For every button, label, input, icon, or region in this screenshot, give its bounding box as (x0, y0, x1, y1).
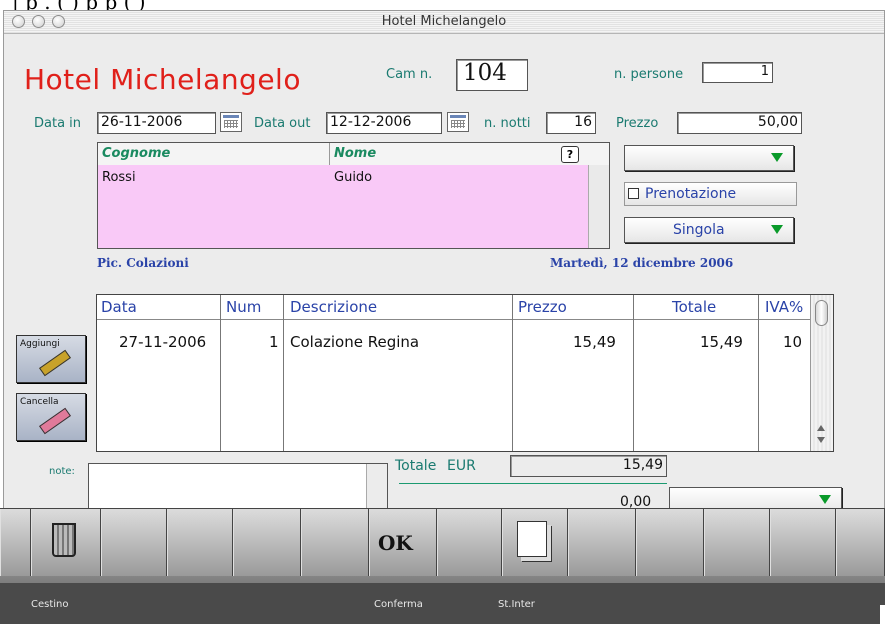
window-edge (880, 605, 885, 624)
date-in-label: Data in (34, 116, 82, 131)
date-out-calendar-icon[interactable] (447, 112, 469, 132)
reservation-label: Prenotazione (645, 186, 737, 202)
top-right-select[interactable] (624, 145, 794, 171)
guest-list[interactable]: Cognome Nome ? Rossi Guido (97, 142, 610, 249)
bottom-toolbar: OK (0, 508, 885, 584)
guest-surname-cell[interactable]: Rossi (102, 170, 136, 185)
col-divider (512, 295, 513, 451)
date-in-calendar-icon[interactable] (220, 112, 242, 132)
confirm-button[interactable]: OK (369, 509, 437, 576)
room-label: Cam n. (386, 67, 433, 82)
price-field[interactable]: 50,00 (677, 112, 802, 134)
room-type-select[interactable]: Singola (624, 217, 794, 243)
row-total-cell[interactable]: 15,49 (700, 333, 743, 351)
pencil-icon (39, 349, 71, 377)
date-out-field[interactable]: 12-12-2006 (326, 112, 442, 134)
help-icon[interactable]: ? (561, 146, 579, 163)
eraser-icon (39, 407, 71, 435)
row-desc-cell[interactable]: Colazione Regina (290, 333, 419, 351)
confirm-label: Conferma (374, 599, 423, 610)
reservation-checkbox[interactable] (628, 188, 639, 199)
nights-field[interactable]: 16 (546, 112, 596, 134)
toolbar-slot (301, 509, 369, 576)
chevron-down-icon (771, 225, 783, 234)
col-divider (633, 295, 634, 451)
total-currency-label: EUR (447, 458, 476, 474)
date-out-label: Data out (254, 116, 311, 131)
name-column-header[interactable]: Nome (334, 146, 376, 161)
delete-button[interactable]: Cancella (16, 393, 86, 441)
toolbar-slot (0, 509, 31, 576)
col-num-header[interactable]: Num (226, 298, 261, 316)
add-button-label: Aggiungi (20, 339, 60, 349)
charges-table[interactable]: Data Num Descrizione Prezzo Totale IVA% … (96, 294, 834, 452)
surname-column-header[interactable]: Cognome (102, 146, 170, 161)
col-price-header[interactable]: Prezzo (518, 298, 567, 316)
status-bar: Cestino Conferma St.Inter (0, 583, 885, 624)
charges-table-header: Data Num Descrizione Prezzo Totale IVA% (97, 295, 811, 320)
add-button[interactable]: Aggiungi (16, 335, 86, 383)
row-vat-cell[interactable]: 10 (783, 333, 802, 351)
col-divider (283, 295, 284, 451)
trash-label: Cestino (31, 599, 69, 610)
chevron-down-icon (819, 495, 831, 504)
title-bar: Hotel Michelangelo (4, 11, 884, 34)
toolbar-slot (233, 509, 301, 576)
persons-label: n. persone (614, 67, 684, 82)
date-in-field[interactable]: 26-11-2006 (97, 112, 216, 134)
notes-label: note: (49, 466, 75, 477)
ok-icon: OK (378, 531, 413, 555)
toolbar-slot (568, 509, 636, 576)
toolbar-slot (167, 509, 233, 576)
hotel-name-heading: Hotel Michelangelo (24, 63, 301, 96)
trash-icon (52, 523, 76, 557)
col-desc-header[interactable]: Descrizione (290, 298, 377, 316)
toolbar-slot (437, 509, 502, 576)
nights-label: n. notti (484, 116, 531, 131)
charges-table-scrollbar[interactable] (810, 295, 833, 451)
guest-list-header: Cognome Nome ? (98, 143, 609, 166)
delete-button-label: Cancella (20, 397, 59, 407)
guest-column-divider (329, 143, 330, 165)
col-total-header[interactable]: Totale (672, 298, 716, 316)
window-title: Hotel Michelangelo (381, 14, 507, 29)
room-type-value: Singola (673, 222, 725, 238)
toolbar-slot (836, 509, 885, 576)
row-price-cell[interactable]: 15,49 (573, 333, 616, 351)
total-label: Totale (395, 458, 437, 474)
print-label: St.Inter (498, 599, 535, 610)
toolbar-slot (704, 509, 770, 576)
print-button[interactable] (502, 509, 568, 576)
price-label: Prezzo (616, 116, 659, 131)
toolbar-slot (770, 509, 836, 576)
toolbar-slot (101, 509, 167, 576)
col-vat-header[interactable]: IVA% (765, 298, 803, 316)
col-divider (758, 295, 759, 451)
room-number-field[interactable]: 104 (456, 59, 528, 91)
guest-list-scrollbar[interactable] (588, 165, 609, 248)
trash-button[interactable] (31, 509, 101, 576)
total-field: 15,49 (510, 455, 667, 477)
current-date-label: Martedì, 12 dicembre 2006 (550, 256, 734, 270)
reservation-checkbox-row[interactable]: Prenotazione (624, 182, 797, 206)
col-divider (220, 295, 221, 451)
breakfast-info-label: Pic. Colazioni (97, 256, 189, 270)
row-date-cell[interactable]: 27-11-2006 (119, 333, 206, 351)
persons-field[interactable]: 1 (702, 62, 773, 83)
total-underline (399, 483, 667, 484)
col-date-header[interactable]: Data (101, 298, 137, 316)
toolbar-slot (636, 509, 704, 576)
row-num-cell[interactable]: 1 (269, 333, 279, 351)
guest-name-cell[interactable]: Guido (334, 170, 372, 185)
scroll-up-arrow-icon[interactable] (817, 425, 825, 431)
print-documents-icon (517, 521, 547, 557)
chevron-down-icon (771, 153, 783, 162)
scroll-thumb[interactable] (815, 300, 828, 326)
scroll-down-arrow-icon[interactable] (817, 437, 825, 443)
